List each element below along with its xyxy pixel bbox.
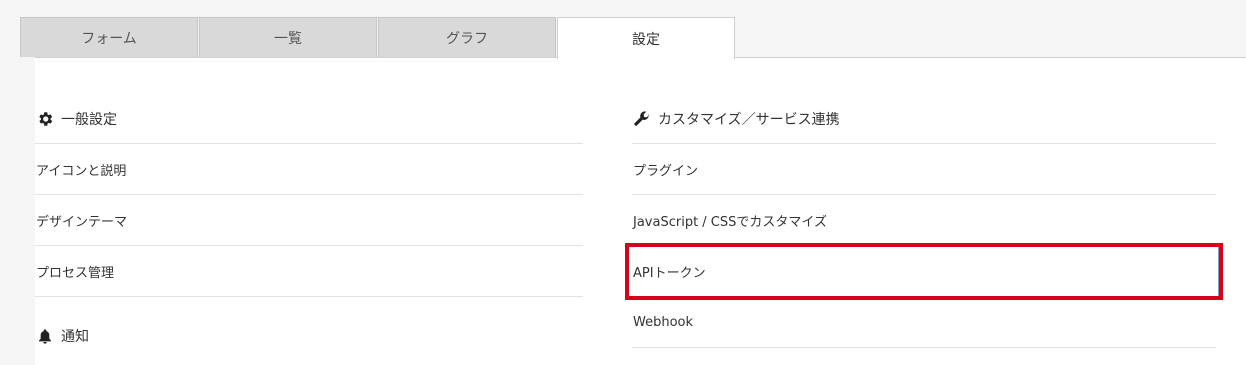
general-settings-column: 一般設定 アイコンと説明 デザインテーマ プロセス管理 通知 — [35, 58, 583, 346]
menu-item-plugins[interactable]: プラグイン — [632, 144, 1216, 195]
menu-item-design-theme[interactable]: デザインテーマ — [35, 195, 583, 246]
tab-bar: フォーム 一覧 グラフ 設定 — [20, 17, 736, 59]
bell-icon — [35, 326, 55, 346]
customize-column: カスタマイズ／サービス連携 プラグイン JavaScript / CSSでカスタ… — [625, 58, 1223, 348]
settings-panel: 一般設定 アイコンと説明 デザインテーマ プロセス管理 通知 カスタマイズ／サー… — [35, 57, 1246, 365]
menu-item-process-management[interactable]: プロセス管理 — [35, 246, 583, 297]
menu-item-icon-description[interactable]: アイコンと説明 — [35, 144, 583, 195]
menu-item-label: プラグイン — [633, 163, 699, 179]
notification-heading: 通知 — [35, 326, 583, 346]
menu-item-label: プロセス管理 — [36, 265, 115, 281]
tab-graph[interactable]: グラフ — [378, 17, 556, 57]
general-settings-title: 一般設定 — [61, 112, 117, 128]
gear-icon — [35, 109, 55, 129]
menu-item-webhook[interactable]: Webhook — [632, 297, 1216, 348]
menu-item-label: JavaScript / CSSでカスタマイズ — [633, 214, 828, 230]
customize-heading: カスタマイズ／サービス連携 — [632, 58, 1216, 144]
customize-title: カスタマイズ／サービス連携 — [658, 112, 840, 128]
menu-item-js-css-customize[interactable]: JavaScript / CSSでカスタマイズ — [632, 195, 1216, 246]
menu-item-api-token[interactable]: APIトークン — [625, 243, 1223, 300]
wrench-icon — [632, 109, 652, 129]
menu-item-label: デザインテーマ — [36, 214, 128, 230]
tab-list[interactable]: 一覧 — [199, 17, 377, 57]
tab-settings[interactable]: 設定 — [557, 17, 735, 59]
tab-form[interactable]: フォーム — [20, 17, 198, 57]
menu-item-label: アイコンと説明 — [36, 163, 127, 179]
general-settings-heading: 一般設定 — [35, 58, 583, 144]
notification-title: 通知 — [61, 329, 89, 345]
menu-item-label: Webhook — [633, 314, 694, 330]
menu-item-label: APIトークン — [633, 265, 706, 281]
